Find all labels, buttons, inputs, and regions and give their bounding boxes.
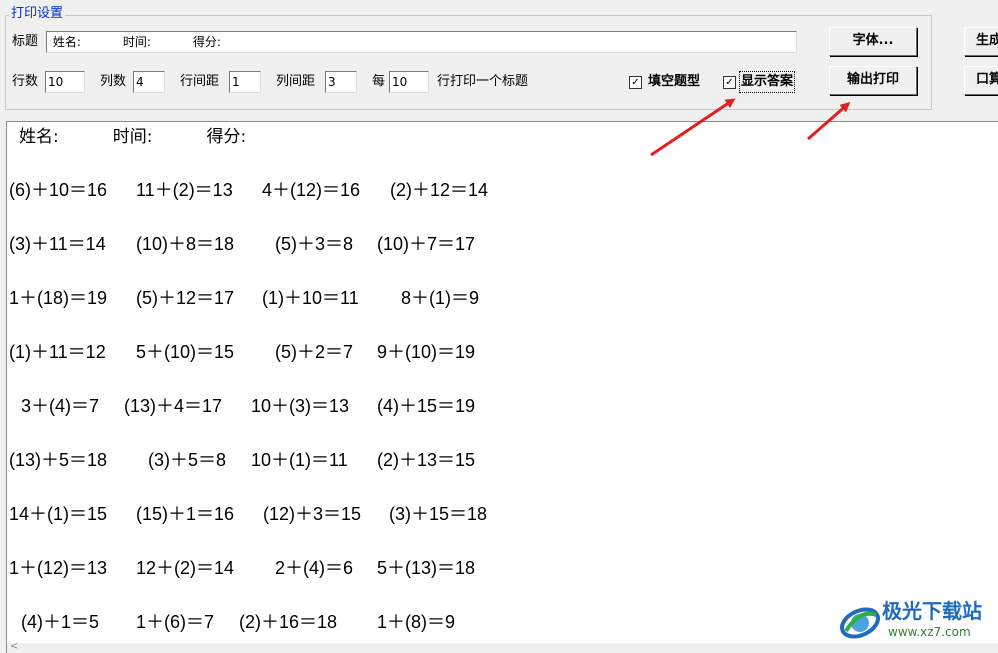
every-input[interactable]: 10 (389, 71, 429, 93)
equation: 1＋(12)＝13 (9, 558, 108, 578)
equation: (2)＋12＝14 (390, 180, 489, 200)
rows-label: 行数 (12, 74, 39, 89)
equation: (10)＋8＝18 (136, 234, 235, 254)
equation: 11＋(2)＝13 (136, 180, 233, 200)
equation: 14＋(1)＝15 (9, 504, 108, 524)
equation: (2)＋13＝15 (377, 450, 476, 470)
cols-input[interactable]: 4 (133, 71, 165, 93)
equation: (4)＋1＝5 (21, 612, 100, 632)
row-spacing-input[interactable]: 1 (229, 71, 261, 93)
equation: (12)＋3＝15 (263, 504, 362, 524)
equation: 10＋(3)＝13 (251, 396, 350, 416)
preview-header: 姓名: 时间: 得分: (19, 127, 247, 147)
print-settings-group (5, 15, 932, 110)
equation: (1)＋11＝12 (9, 342, 106, 362)
equation: (10)＋7＝17 (377, 234, 476, 254)
equation: 1＋(6)＝7 (136, 612, 215, 632)
cols-label: 列数 (100, 74, 127, 89)
equation: 2＋(4)＝6 (275, 558, 354, 578)
col-spacing-label: 列间距 (276, 74, 316, 89)
equation: (13)＋5＝18 (9, 450, 108, 470)
equation: 1＋(8)＝9 (377, 612, 456, 632)
font-button[interactable]: 字体... (829, 27, 917, 56)
equation: (5)＋2＝7 (275, 342, 354, 362)
equation: (3)＋11＝14 (9, 234, 106, 254)
equation: (3)＋15＝18 (389, 504, 488, 524)
watermark: 极光下载站 www.xz7.com (838, 597, 998, 651)
equation: (5)＋3＝8 (275, 234, 354, 254)
title-input[interactable]: 姓名: 时间: 得分: (46, 31, 797, 53)
equation: 5＋(13)＝18 (377, 558, 476, 578)
print-button[interactable]: 输出打印 (829, 66, 917, 95)
checkmark-icon: ✓ (631, 77, 640, 88)
equation: 10＋(1)＝11 (251, 450, 348, 470)
col-spacing-input[interactable]: 3 (325, 71, 357, 93)
equation: 5＋(10)＝15 (136, 342, 235, 362)
print-preview-area[interactable]: 姓名: 时间: 得分: (6)＋10＝16 11＋(2)＝13 4＋(12)＝1… (6, 121, 998, 653)
equation: 12＋(2)＝14 (136, 558, 235, 578)
equation: (6)＋10＝16 (9, 180, 108, 200)
show-answer-checkbox[interactable]: ✓ (723, 76, 736, 89)
equation: (13)＋4＝17 (124, 396, 223, 416)
watermark-url: www.xz7.com (888, 625, 971, 639)
equation: (15)＋1＝16 (136, 504, 235, 524)
equation: 9＋(10)＝19 (377, 342, 476, 362)
equation: 3＋(4)＝7 (21, 396, 100, 416)
equation: (5)＋12＝17 (136, 288, 235, 308)
every-label: 每 (372, 74, 386, 89)
equation: 1＋(18)＝19 (9, 288, 108, 308)
row-spacing-label: 行间距 (180, 74, 220, 89)
oral-calc-button[interactable]: 口算 (964, 66, 998, 95)
equation: (3)＋5＝8 (148, 450, 227, 470)
equation: 8＋(1)＝9 (401, 288, 480, 308)
watermark-name: 极光下载站 (882, 599, 982, 623)
equation: 4＋(12)＝16 (262, 180, 361, 200)
rows-input[interactable]: 10 (45, 71, 85, 93)
scroll-left-icon[interactable]: < (10, 641, 18, 652)
show-answer-label[interactable]: 显示答案 (738, 71, 796, 93)
equation: (4)＋15＝19 (377, 396, 476, 416)
equation: (1)＋10＝11 (262, 288, 359, 308)
print-settings-title: 打印设置 (9, 6, 66, 22)
equation: (2)＋16＝18 (239, 612, 338, 632)
watermark-logo-icon (840, 607, 880, 639)
every-suffix-label: 行打印一个标题 (437, 74, 529, 89)
checkmark-icon: ✓ (725, 77, 734, 88)
fill-blank-label[interactable]: 填空题型 (648, 73, 700, 91)
generate-button[interactable]: 生成 (964, 27, 998, 56)
fill-blank-checkbox[interactable]: ✓ (629, 76, 642, 89)
title-label: 标题 (12, 34, 39, 49)
